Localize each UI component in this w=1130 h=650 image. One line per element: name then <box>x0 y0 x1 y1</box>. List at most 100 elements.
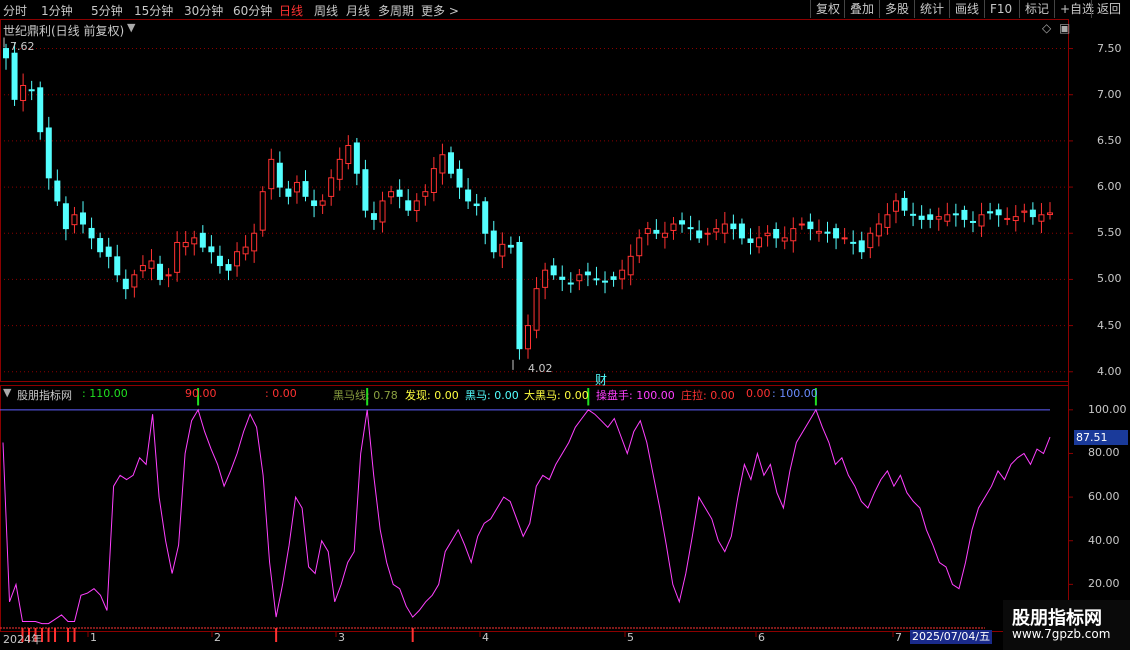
kline-chart[interactable] <box>0 19 1130 650</box>
candle-body <box>251 232 258 252</box>
candle-body <box>507 244 514 248</box>
candle-body <box>559 276 566 280</box>
candle-body <box>542 269 549 288</box>
candle-body <box>841 237 848 240</box>
candle-body <box>396 189 403 197</box>
candle-body <box>1021 210 1028 213</box>
candle-body <box>225 264 232 271</box>
multi-stock-button[interactable]: 多股 <box>879 0 914 18</box>
period-multi[interactable]: 多周期 <box>378 2 414 19</box>
candle-body <box>704 232 711 235</box>
candle-body <box>353 142 360 174</box>
overlay-button[interactable]: 叠加 <box>844 0 879 18</box>
candle-body <box>644 228 651 234</box>
period-weekly[interactable]: 周线 <box>314 2 338 19</box>
chevron-down-icon[interactable]: ▼ <box>127 21 135 34</box>
indicator-heima: 黑马: 0.00 <box>465 389 519 402</box>
candle-body <box>71 214 78 226</box>
candle-body <box>875 223 882 237</box>
candle-body <box>370 213 377 220</box>
candle-body <box>345 145 352 165</box>
candle-body <box>978 214 985 227</box>
candle-body <box>1012 216 1019 222</box>
candle-body <box>696 230 703 239</box>
high-price-label: 7.62 <box>10 40 35 53</box>
draw-button[interactable]: 画线 <box>949 0 984 18</box>
indicator-heima-xian: 黑马线: 0.78 <box>333 389 398 402</box>
candle-body <box>687 227 694 230</box>
period-30min[interactable]: 30分钟 <box>184 2 223 19</box>
candle-body <box>798 223 805 226</box>
candle-body <box>165 274 172 277</box>
candle-body <box>987 211 994 214</box>
period-daily[interactable]: 日线 <box>279 2 303 19</box>
indicator-tick-label: 40.00 <box>1088 533 1120 547</box>
candle-body <box>516 242 523 350</box>
candle-body <box>388 191 395 198</box>
candle-body <box>157 263 164 280</box>
diamond-icon[interactable]: ◇ <box>1042 21 1051 35</box>
candle-body <box>927 214 934 220</box>
candle-body <box>533 288 540 331</box>
candle-body <box>139 265 146 272</box>
indicator-menu-icon[interactable]: ▼ <box>3 386 11 399</box>
candle-body <box>833 228 840 239</box>
candle-body <box>328 177 335 197</box>
period-monthly[interactable]: 月线 <box>346 2 370 19</box>
period-1min[interactable]: 1分钟 <box>41 2 73 19</box>
candle-body <box>20 84 27 102</box>
candle-body <box>910 213 917 216</box>
indicator-v1: 0.00 <box>746 387 771 400</box>
period-more[interactable]: 更多 > <box>421 2 459 19</box>
back-button[interactable]: 返回 <box>1091 0 1126 18</box>
candle-body <box>379 200 386 223</box>
candle-body <box>935 216 942 220</box>
period-5min[interactable]: 5分钟 <box>91 2 123 19</box>
indicator-name: 股朋指标网 <box>17 389 72 402</box>
settings-icon[interactable]: ▣ <box>1059 21 1070 35</box>
candle-body <box>122 278 129 290</box>
candle-body <box>302 181 309 197</box>
candle-body <box>242 246 249 255</box>
candle-body <box>499 243 506 257</box>
candle-body <box>1004 217 1011 220</box>
indicator-v2: : 100.00 <box>772 387 818 400</box>
current-date: 2025/07/04/五 <box>910 630 993 644</box>
candle-body <box>3 48 9 59</box>
candle-body <box>447 152 454 174</box>
month-label: 5 <box>627 631 634 644</box>
candle-body <box>174 241 181 273</box>
adjust-button[interactable]: 复权 <box>810 0 845 18</box>
candle-body <box>679 220 686 225</box>
candle-body <box>850 241 857 244</box>
period-intraday[interactable]: 分时 <box>3 2 27 19</box>
candle-body <box>199 232 206 248</box>
period-toolbar: 分时 1分钟 5分钟 15分钟 30分钟 60分钟 日线 周线 月线 多周期 更… <box>0 0 1130 19</box>
mark-button[interactable]: 标记 <box>1019 0 1054 18</box>
period-15min[interactable]: 15分钟 <box>134 2 173 19</box>
candle-body <box>88 227 95 239</box>
indicator-da-heima: 大黑马: 0.00 <box>524 389 589 402</box>
candle-body <box>234 251 241 267</box>
candle-body <box>944 214 951 222</box>
period-60min[interactable]: 60分钟 <box>233 2 272 19</box>
month-label: 4 <box>482 631 489 644</box>
finance-marker[interactable]: 财 <box>595 371 607 388</box>
candle-body <box>319 200 326 206</box>
candle-body <box>602 280 609 283</box>
candle-body <box>465 189 472 202</box>
candle-body <box>884 214 891 228</box>
candle-body <box>815 230 822 234</box>
candle-body <box>191 237 198 245</box>
candle-body <box>1029 209 1036 218</box>
indicator-faxian: 发现: 0.00 <box>405 389 459 402</box>
candle-body <box>336 158 343 180</box>
candle-body <box>867 232 874 249</box>
price-tick-label: 4.50 <box>1097 318 1122 332</box>
stats-button[interactable]: 统计 <box>914 0 949 18</box>
candle-body <box>490 230 497 253</box>
f10-button[interactable]: F10 <box>984 0 1017 18</box>
stock-title: 世纪鼎利(日线 前复权) <box>3 24 125 38</box>
candle-body <box>311 200 318 207</box>
price-tick-label: 7.00 <box>1097 87 1122 101</box>
